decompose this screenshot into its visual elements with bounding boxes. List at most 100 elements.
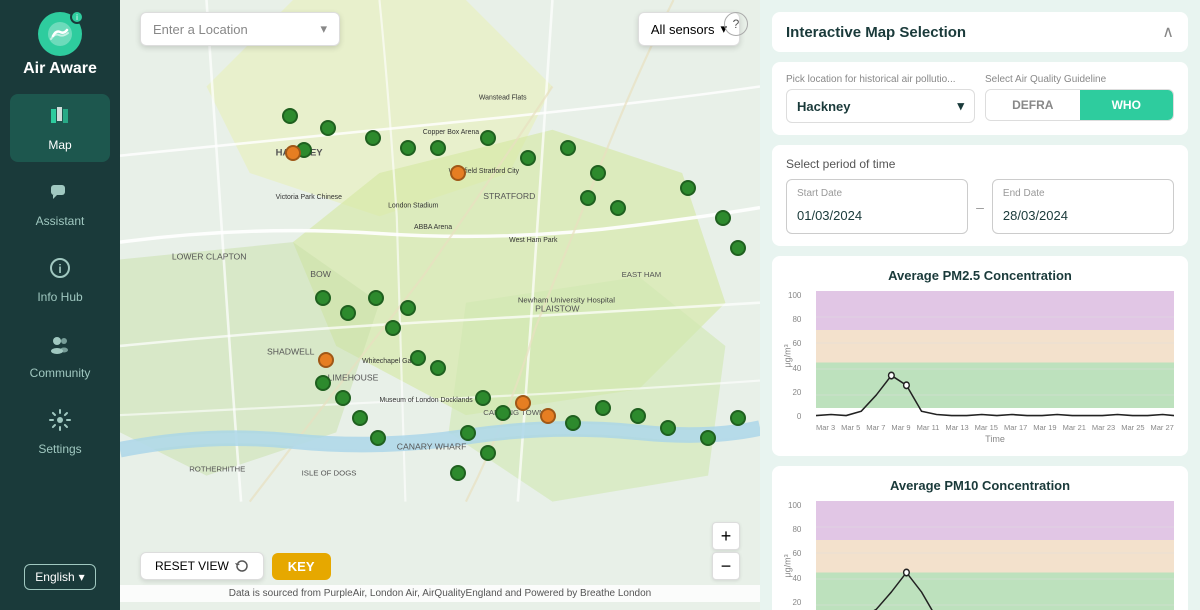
map-pin[interactable] [315, 290, 331, 306]
sidebar-item-map-label: Map [48, 138, 71, 152]
map-pin[interactable] [540, 408, 556, 424]
pm25-chart-title: Average PM2.5 Concentration [786, 268, 1174, 283]
svg-text:i: i [58, 262, 61, 276]
sidebar-item-community[interactable]: Community [10, 322, 110, 390]
map-pin[interactable] [450, 165, 466, 181]
start-date-input[interactable] [797, 208, 957, 223]
sensor-filter-label: All sensors [651, 22, 715, 37]
map-pin[interactable] [495, 405, 511, 421]
start-date-field[interactable]: Start Date [786, 179, 968, 234]
svg-text:West Ham Park: West Ham Park [509, 237, 558, 244]
map-pin[interactable] [700, 430, 716, 446]
map-pin[interactable] [400, 140, 416, 156]
svg-text:CANNING TOWN: CANNING TOWN [483, 408, 544, 417]
svg-text:ROTHERHITHE: ROTHERHITHE [189, 464, 245, 473]
map-pin[interactable] [318, 352, 334, 368]
help-button[interactable]: ? [724, 12, 748, 36]
map-pin[interactable] [610, 200, 626, 216]
map-pin[interactable] [460, 425, 476, 441]
svg-text:STRATFORD: STRATFORD [483, 191, 535, 201]
svg-text:EAST HAM: EAST HAM [622, 270, 662, 279]
map-pin[interactable] [285, 145, 301, 161]
map-pin[interactable] [730, 410, 746, 426]
y-label-0: 0 [788, 412, 801, 421]
date-range: Start Date – End Date [786, 179, 1174, 234]
map-pin[interactable] [400, 300, 416, 316]
svg-text:Copper Box Arena: Copper Box Arena [423, 129, 480, 136]
sidebar-item-settings[interactable]: Settings [10, 398, 110, 466]
map-pin[interactable] [410, 350, 426, 366]
sidebar-item-map[interactable]: Map [10, 94, 110, 162]
svg-text:Newham University Hospital: Newham University Hospital [518, 296, 615, 305]
map-pin[interactable] [560, 140, 576, 156]
app-name: Air Aware [23, 60, 97, 78]
location-input-arrow: ▾ [320, 21, 327, 37]
location-input[interactable]: Enter a Location ▾ [140, 12, 340, 46]
reset-view-button[interactable]: RESET VIEW [140, 552, 264, 580]
reset-view-label: RESET VIEW [155, 559, 229, 573]
map-pin[interactable] [450, 465, 466, 481]
end-date-field[interactable]: End Date [992, 179, 1174, 234]
map-pin[interactable] [385, 320, 401, 336]
key-button[interactable]: KEY [272, 553, 331, 580]
pm25-chart-container: 100 80 60 40 20 0 μg/m³ Mar 3Mar 5Mar 7M… [816, 291, 1174, 444]
map-pin[interactable] [515, 395, 531, 411]
map-pin[interactable] [590, 165, 606, 181]
map-pin[interactable] [282, 108, 298, 124]
map-pin[interactable] [430, 140, 446, 156]
zoom-in-button[interactable]: + [712, 522, 740, 550]
map-pin[interactable] [480, 445, 496, 461]
map-pin[interactable] [370, 430, 386, 446]
map-pin[interactable] [320, 120, 336, 136]
time-period-section: Select period of time Start Date – End D… [772, 145, 1188, 246]
svg-text:Museum of London Docklands: Museum of London Docklands [379, 397, 473, 404]
y-label-20-pm10: 20 [788, 598, 801, 607]
map-pin[interactable] [630, 408, 646, 424]
map-pin[interactable] [520, 150, 536, 166]
sidebar-bottom: English ▾ [0, 556, 120, 598]
map-pin[interactable] [340, 305, 356, 321]
location-control-label: Pick location for historical air polluti… [786, 74, 975, 85]
guideline-control-label: Select Air Quality Guideline [985, 74, 1174, 85]
map-pin[interactable] [595, 400, 611, 416]
map-pin[interactable] [315, 375, 331, 391]
svg-text:BOW: BOW [310, 269, 331, 279]
map-container[interactable]: HACKNEY LOWER CLAPTON BOW SHADWELL LIMEH… [120, 0, 760, 610]
map-pin[interactable] [352, 410, 368, 426]
zoom-out-button[interactable]: − [712, 552, 740, 580]
map-pin[interactable] [680, 180, 696, 196]
map-pin[interactable] [580, 190, 596, 206]
svg-text:SHADWELL: SHADWELL [267, 347, 315, 357]
location-select-dropdown[interactable]: Hackney ▾ [786, 89, 975, 123]
map-top-bar: Enter a Location ▾ All sensors ▾ [140, 12, 740, 46]
language-selector[interactable]: English ▾ [24, 564, 95, 590]
guideline-who-button[interactable]: WHO [1080, 90, 1174, 120]
language-label: English [35, 570, 74, 584]
map-pin[interactable] [565, 415, 581, 431]
panel-header: Interactive Map Selection ∧ [772, 12, 1188, 52]
y-label-80-pm10: 80 [788, 525, 801, 534]
pm10-chart-title: Average PM10 Concentration [786, 478, 1174, 493]
map-pin[interactable] [660, 420, 676, 436]
guideline-buttons: DEFRA WHO [985, 89, 1174, 121]
sidebar-item-assistant[interactable]: Assistant [10, 170, 110, 238]
map-pin[interactable] [715, 210, 731, 226]
panel-collapse-icon[interactable]: ∧ [1162, 22, 1174, 42]
reset-icon [235, 559, 249, 573]
guideline-defra-button[interactable]: DEFRA [986, 90, 1080, 120]
map-pin[interactable] [368, 290, 384, 306]
map-icon [48, 104, 72, 134]
start-date-label: Start Date [797, 188, 957, 199]
map-pin[interactable] [430, 360, 446, 376]
map-pin[interactable] [475, 390, 491, 406]
map-bottom-bar: RESET VIEW KEY + − [140, 522, 740, 580]
map-pin[interactable] [365, 130, 381, 146]
end-date-label: End Date [1003, 188, 1163, 199]
map-pin[interactable] [480, 130, 496, 146]
end-date-input[interactable] [1003, 208, 1163, 223]
map-pin[interactable] [730, 240, 746, 256]
settings-icon [48, 408, 72, 438]
map-pin[interactable] [335, 390, 351, 406]
sidebar-item-infohub[interactable]: i Info Hub [10, 246, 110, 314]
pm10-chart-section: Average PM10 Concentration [772, 466, 1188, 610]
